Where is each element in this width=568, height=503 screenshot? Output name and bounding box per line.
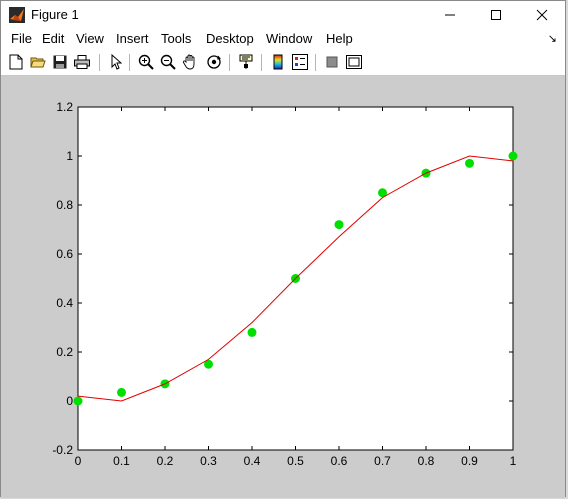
y-tick-label: 0.4 xyxy=(56,296,73,310)
new-figure-button[interactable] xyxy=(7,53,25,71)
data-point xyxy=(465,158,474,168)
data-point xyxy=(247,327,257,337)
legend-button[interactable] xyxy=(291,53,309,71)
maximize-button[interactable] xyxy=(473,1,519,29)
toolbar-separator xyxy=(315,54,316,71)
menu-tools[interactable]: Tools xyxy=(161,31,191,46)
toolbar-separator xyxy=(99,54,100,71)
data-point xyxy=(334,220,344,230)
data-cursor-button[interactable] xyxy=(237,53,255,71)
y-tick-label: 0.2 xyxy=(56,345,73,359)
open-file-button[interactable] xyxy=(29,53,47,71)
x-tick-label: 1 xyxy=(510,454,517,468)
pan-icon xyxy=(182,54,195,70)
toolbar-separator xyxy=(229,54,230,71)
menu-window[interactable]: Window xyxy=(266,31,312,46)
save-icon xyxy=(53,55,67,69)
x-tick-label: 0.6 xyxy=(331,454,348,468)
edit-plot-button[interactable] xyxy=(107,53,125,71)
maximize-icon xyxy=(491,10,501,20)
y-tick-label: 1 xyxy=(66,149,73,163)
rotate-3d-button[interactable] xyxy=(205,53,223,71)
menu-view[interactable]: View xyxy=(76,31,104,46)
zoom-in-icon xyxy=(138,54,154,70)
edit-plot-icon xyxy=(111,54,122,70)
legend-icon xyxy=(292,54,308,70)
close-icon xyxy=(536,9,548,21)
hide-plot-tools-icon xyxy=(326,56,338,68)
y-tick-label: 1.2 xyxy=(56,100,73,114)
zoom-out-icon xyxy=(160,54,176,70)
open-file-icon xyxy=(30,57,46,68)
y-tick-label: 0 xyxy=(66,394,73,408)
menu-bar: File Edit View Insert Tools Desktop Wind… xyxy=(1,29,565,49)
new-figure-icon xyxy=(9,54,23,70)
data-point xyxy=(508,151,518,161)
x-tick-label: 0.2 xyxy=(157,454,174,468)
zoom-in-button[interactable] xyxy=(137,53,155,71)
x-tick-label: 0.1 xyxy=(113,454,130,468)
zoom-out-button[interactable] xyxy=(159,53,177,71)
title-bar[interactable]: Figure 1 xyxy=(1,1,565,29)
x-tick-label: 0.7 xyxy=(374,454,391,468)
x-tick-label: 0 xyxy=(75,454,82,468)
hide-plot-tools-button[interactable] xyxy=(323,53,341,71)
menu-insert[interactable]: Insert xyxy=(116,31,149,46)
menu-desktop[interactable]: Desktop xyxy=(206,31,254,46)
plot-svg: 0 0.1 0.2 0.3 0.4 0.5 0.6 0.7 0.8 0.9 1-0.200.20.4… xyxy=(52,100,518,468)
data-point xyxy=(117,387,126,397)
print-button[interactable] xyxy=(73,53,91,71)
x-tick-label: 0.4 xyxy=(244,454,261,468)
rotate-3d-icon xyxy=(207,55,221,69)
figure-toolbar xyxy=(1,49,565,76)
matlab-logo-icon xyxy=(9,7,25,23)
pan-button[interactable] xyxy=(181,53,199,71)
dock-arrow-icon[interactable]: ↘ xyxy=(548,32,557,45)
window-title: Figure 1 xyxy=(31,7,79,22)
show-plot-tools-button[interactable] xyxy=(345,53,363,71)
close-button[interactable] xyxy=(519,1,565,29)
toolbar-separator xyxy=(261,54,262,71)
menu-edit[interactable]: Edit xyxy=(42,31,64,46)
print-icon xyxy=(74,55,90,69)
y-tick-label: -0.2 xyxy=(52,443,73,457)
save-button[interactable] xyxy=(51,53,69,71)
toolbar-separator xyxy=(129,54,130,71)
x-tick-label: 0.8 xyxy=(418,454,435,468)
x-tick-label: 0.5 xyxy=(287,454,304,468)
x-tick-label: 0.9 xyxy=(461,454,478,468)
y-tick-label: 0.6 xyxy=(56,247,73,261)
figure-window: Figure 1 File Edit View Insert Tools Des… xyxy=(0,0,566,498)
data-cursor-icon xyxy=(239,54,253,69)
colorbar-icon xyxy=(273,54,283,70)
menu-help[interactable]: Help xyxy=(326,31,353,46)
menu-file[interactable]: File xyxy=(11,31,32,46)
x-tick-label: 0.3 xyxy=(200,454,217,468)
show-plot-tools-icon xyxy=(346,55,362,69)
y-tick-label: 0.8 xyxy=(56,198,73,212)
minimize-icon xyxy=(445,14,455,16)
data-point xyxy=(73,396,83,406)
figure-canvas: 0 0.1 0.2 0.3 0.4 0.5 0.6 0.7 0.8 0.9 1 -0.2 0 0.2 0.4… xyxy=(1,76,565,498)
colorbar-button[interactable] xyxy=(269,53,287,71)
minimize-button[interactable] xyxy=(427,1,473,29)
